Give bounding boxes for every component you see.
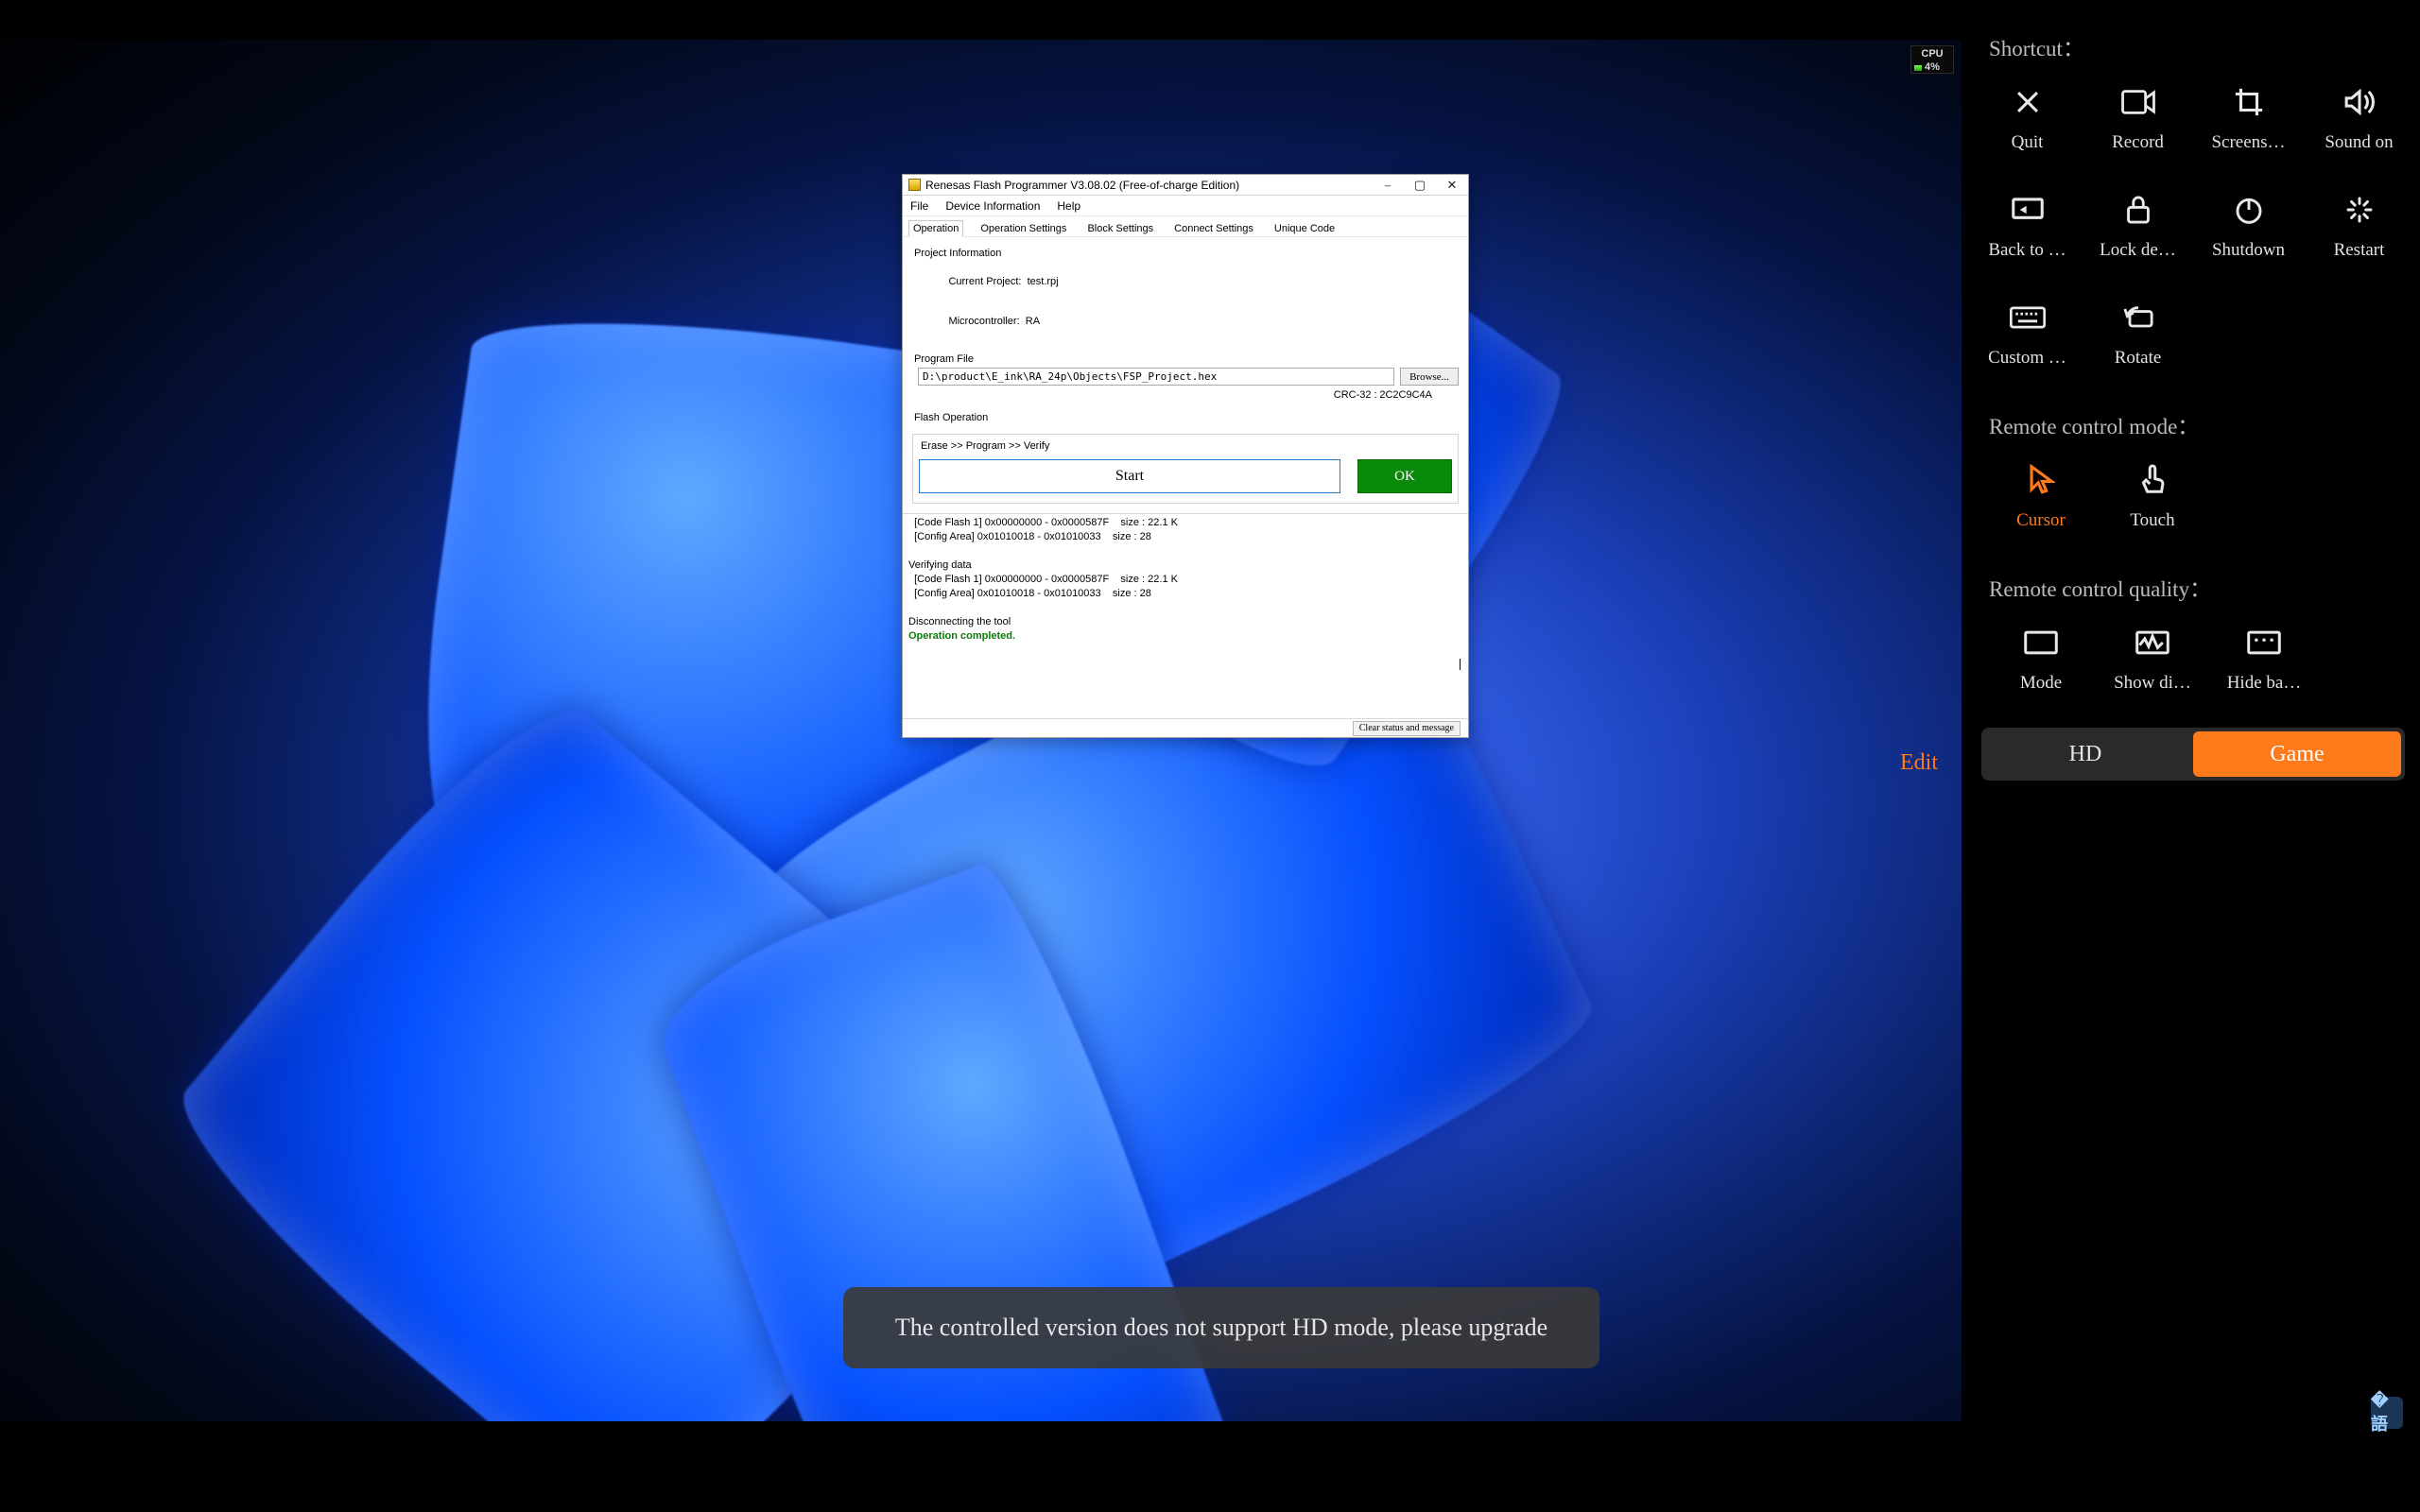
microcontroller-label: Microcontroller: bbox=[948, 316, 1019, 327]
log-line: [Config Area] 0x01010018 - 0x01010033 si… bbox=[908, 531, 1151, 542]
mode-title: Remote control mode： bbox=[1989, 408, 2420, 440]
back-to-desktop-button[interactable]: Back to … bbox=[1972, 180, 2083, 282]
restart-button[interactable]: Restart bbox=[2304, 180, 2414, 282]
app-badge-icon[interactable]: �語 bbox=[2371, 1397, 2403, 1429]
quality-grid: Mode Show di… Hide ba… bbox=[1966, 612, 2420, 714]
tab-unique-code[interactable]: Unique Code bbox=[1270, 221, 1339, 236]
shortcut-title: Shortcut： bbox=[1989, 30, 2420, 62]
rfp-tabstrip: Operation Operation Settings Block Setti… bbox=[903, 216, 1468, 237]
microcontroller-value: RA bbox=[1026, 316, 1040, 327]
touch-mode-button[interactable]: Touch bbox=[2097, 450, 2208, 552]
toast-message: The controlled version does not support … bbox=[843, 1287, 1599, 1368]
crc-label: CRC-32 : bbox=[1334, 389, 1377, 401]
cpu-value: 4% bbox=[1925, 61, 1940, 73]
loading-icon bbox=[2339, 189, 2380, 231]
remote-control-panel: Edit Shortcut： Quit Record Screens… Soun… bbox=[1966, 0, 2420, 1512]
keyboard-icon bbox=[2007, 297, 2048, 338]
flash-operation-header: Flash Operation bbox=[914, 411, 1459, 424]
dots-panel-icon bbox=[2243, 622, 2285, 663]
ok-button[interactable]: OK bbox=[1357, 459, 1452, 493]
log-caret-icon bbox=[1460, 659, 1461, 670]
tab-operation-settings[interactable]: Operation Settings bbox=[977, 221, 1070, 236]
record-icon bbox=[2118, 81, 2159, 123]
program-file-section: Program File Browse... CRC-32 : 2C2C9C4A bbox=[903, 343, 1468, 404]
touch-icon bbox=[2132, 459, 2173, 501]
browse-button[interactable]: Browse... bbox=[1400, 368, 1459, 386]
cpu-label: CPU bbox=[1921, 48, 1943, 60]
flash-sequence: Erase >> Program >> Verify bbox=[921, 440, 1452, 452]
rfp-statusbar: Clear status and message bbox=[903, 718, 1468, 737]
quality-mode-button[interactable]: Mode bbox=[1985, 612, 2097, 714]
rfp-title: Renesas Flash Programmer V3.08.02 (Free-… bbox=[925, 179, 1372, 192]
current-project-value: test.rpj bbox=[1028, 276, 1059, 287]
shortcut-grid: Quit Record Screens… Sound on Back to … … bbox=[1966, 72, 2420, 389]
log-line: [Code Flash 1] 0x00000000 - 0x0000587F s… bbox=[908, 574, 1178, 585]
rfp-app-icon bbox=[908, 179, 921, 191]
speaker-icon bbox=[2339, 81, 2380, 123]
custom-keys-button[interactable]: Custom … bbox=[1972, 287, 2083, 389]
mode-grid: Cursor Touch bbox=[1966, 450, 2420, 552]
record-button[interactable]: Record bbox=[2083, 72, 2193, 174]
monitor-icon bbox=[2007, 189, 2048, 231]
start-button[interactable]: Start bbox=[919, 459, 1340, 493]
rotate-icon bbox=[2118, 297, 2159, 338]
quality-toggle: HD Game bbox=[1981, 728, 2405, 781]
log-line: [Code Flash 1] 0x00000000 - 0x0000587F s… bbox=[908, 517, 1178, 528]
cursor-icon bbox=[2020, 459, 2062, 501]
log-done: Operation completed. bbox=[908, 630, 1015, 642]
cursor-mode-button[interactable]: Cursor bbox=[1985, 450, 2097, 552]
quality-title: Remote control quality： bbox=[1989, 571, 2420, 603]
project-info-header: Project Information bbox=[914, 247, 1459, 260]
flash-operation-group: Erase >> Program >> Verify Start OK bbox=[912, 434, 1459, 504]
rfp-log[interactable]: [Code Flash 1] 0x00000000 - 0x0000587F s… bbox=[903, 513, 1468, 704]
rotate-button[interactable]: Rotate bbox=[2083, 287, 2193, 389]
program-file-header: Program File bbox=[914, 352, 1459, 366]
quality-hd-option[interactable]: HD bbox=[1981, 728, 2189, 781]
log-line: Disconnecting the tool bbox=[908, 616, 1011, 627]
quality-game-option[interactable]: Game bbox=[2193, 731, 2401, 777]
hide-bar-button[interactable]: Hide ba… bbox=[2208, 612, 2320, 714]
tab-connect-settings[interactable]: Connect Settings bbox=[1170, 221, 1257, 236]
lock-icon bbox=[2118, 189, 2159, 231]
rfp-window: Renesas Flash Programmer V3.08.02 (Free-… bbox=[902, 174, 1469, 738]
program-file-path-input[interactable] bbox=[918, 368, 1394, 386]
waveform-icon bbox=[2132, 622, 2173, 663]
lock-device-button[interactable]: Lock de… bbox=[2083, 180, 2193, 282]
tab-block-settings[interactable]: Block Settings bbox=[1083, 221, 1157, 236]
show-display-button[interactable]: Show di… bbox=[2097, 612, 2208, 714]
cpu-usage-widget[interactable]: CPU 4% bbox=[1910, 45, 1954, 74]
power-icon bbox=[2228, 189, 2270, 231]
display-icon bbox=[2020, 622, 2062, 663]
window-minimize-button[interactable]: – bbox=[1372, 176, 1404, 195]
window-close-button[interactable]: ✕ bbox=[1436, 176, 1468, 195]
crop-icon bbox=[2228, 81, 2270, 123]
close-icon bbox=[2007, 81, 2048, 123]
edit-link[interactable]: Edit bbox=[1900, 750, 1938, 776]
quit-button[interactable]: Quit bbox=[1972, 72, 2083, 174]
current-project-label: Current Project: bbox=[948, 276, 1021, 287]
menu-devinfo[interactable]: Device Information bbox=[945, 199, 1040, 213]
log-line: [Config Area] 0x01010018 - 0x01010033 si… bbox=[908, 588, 1151, 599]
rfp-titlebar[interactable]: Renesas Flash Programmer V3.08.02 (Free-… bbox=[903, 175, 1468, 196]
clear-status-button[interactable]: Clear status and message bbox=[1353, 721, 1461, 736]
cpu-bar-icon bbox=[1914, 65, 1922, 71]
project-info-section: Project Information Current Project: tes… bbox=[903, 237, 1468, 343]
sound-button[interactable]: Sound on bbox=[2304, 72, 2414, 174]
rfp-menubar: File Device Information Help bbox=[903, 196, 1468, 216]
menu-help[interactable]: Help bbox=[1057, 199, 1080, 213]
remote-desktop-view[interactable]: CPU 4% Renesas Flash Programmer V3.08.02… bbox=[0, 40, 1962, 1421]
log-line: Verifying data bbox=[908, 559, 972, 571]
window-maximize-button[interactable]: ▢ bbox=[1404, 176, 1436, 195]
menu-file[interactable]: File bbox=[910, 199, 928, 213]
screenshot-button[interactable]: Screens… bbox=[2193, 72, 2304, 174]
crc-value: 2C2C9C4A bbox=[1379, 389, 1432, 401]
shutdown-button[interactable]: Shutdown bbox=[2193, 180, 2304, 282]
tab-operation[interactable]: Operation bbox=[908, 220, 963, 237]
